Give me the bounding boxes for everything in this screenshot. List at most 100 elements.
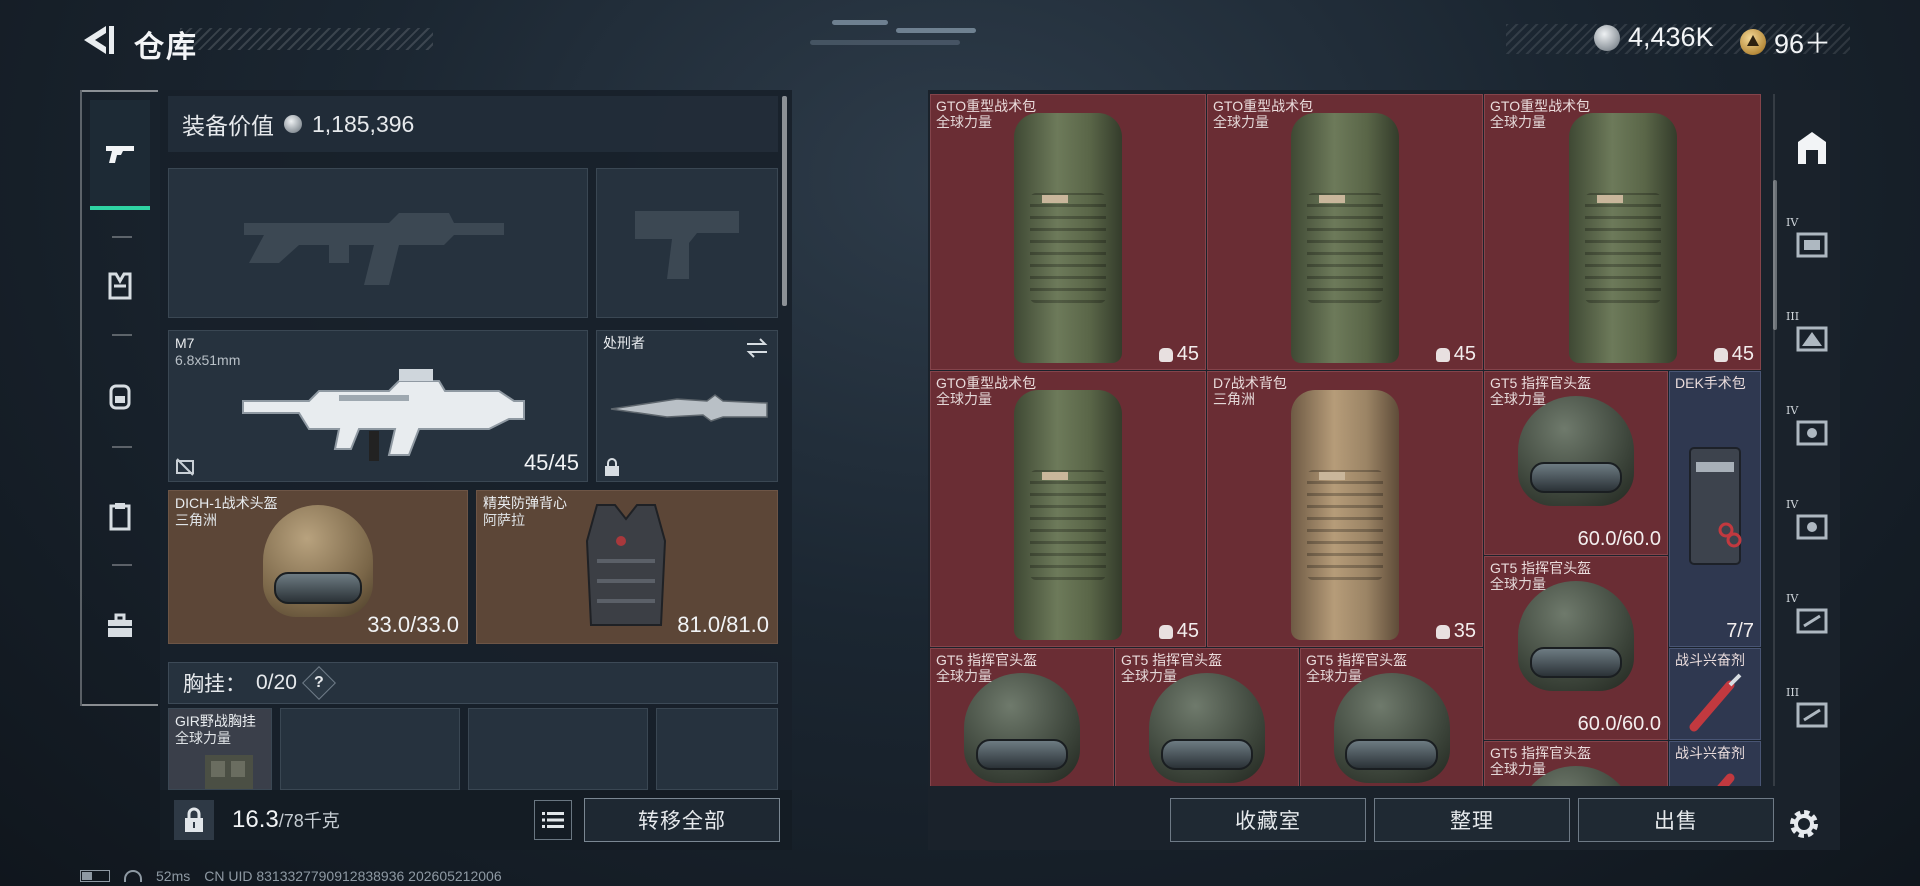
equipment-value: 装备价值 1,185,396 [168, 96, 778, 152]
transfer-all-button[interactable]: 转移全部 [584, 798, 780, 842]
gold-currency-value: 96＋ [1774, 29, 1832, 59]
item-name: GT5 指挥官头盔 [936, 652, 1038, 668]
stash-item[interactable]: GT5 指挥官头盔 全球力量 60.0/60.0 [1484, 556, 1668, 740]
page-title: 仓库 [134, 31, 198, 64]
stash-item[interactable]: GTO重型战术包 全球力量 45 [930, 371, 1206, 647]
nav-separator [112, 236, 132, 238]
item-name: GTO重型战术包 [936, 98, 1037, 114]
melee-slot[interactable]: 处刑者 [596, 330, 778, 482]
item-name: GT5 指挥官头盔 [1490, 560, 1592, 576]
nav-separator [112, 446, 132, 448]
rig-pouch-slot[interactable] [280, 708, 460, 790]
capacity-icon [1713, 347, 1728, 362]
silver-coin-icon [284, 115, 302, 133]
gold-currency[interactable]: 96＋ [1740, 22, 1831, 61]
ping-value: 52ms [156, 868, 191, 884]
chest-rig-bar[interactable]: 胸挂： 0/20 ? [168, 662, 778, 704]
stash-item[interactable]: GT5 指挥官头盔 全球力量 [1115, 648, 1299, 786]
stash-item[interactable]: GTO重型战术包 全球力量 45 [1207, 94, 1483, 370]
silver-coin-icon [1594, 24, 1620, 51]
lock-button[interactable] [174, 800, 214, 840]
item-name: GT5 指挥官头盔 [1306, 652, 1408, 668]
helmet-visor [274, 572, 362, 604]
rail-container-6[interactable]: III [1786, 686, 1834, 734]
stash-item[interactable]: DEK手术包 7/7 [1669, 371, 1761, 647]
stash-item[interactable]: D7战术背包 三角洲 35 [1207, 371, 1483, 647]
help-icon[interactable]: ? [301, 666, 336, 700]
category-nav [80, 90, 158, 706]
carry-weight-current: 16.3 [232, 806, 279, 833]
chest-rig-slot[interactable]: GIR野战胸挂 全球力量 [168, 708, 272, 790]
gold-coin-icon [1740, 28, 1766, 55]
rail-container-4[interactable]: IV [1786, 498, 1834, 546]
nav-item-rigs[interactable] [90, 486, 150, 546]
primary-weapon-slot[interactable]: M7 6.8x51mm 45/45 [168, 330, 588, 482]
list-view-button[interactable] [534, 800, 572, 840]
gt5-helmet-icon [1333, 673, 1450, 783]
rig-pouch-slot[interactable] [468, 708, 648, 790]
armor-icon [108, 272, 132, 300]
gto-backpack-icon [1014, 113, 1122, 363]
swap-icon[interactable] [745, 337, 769, 359]
stash-item[interactable]: 战斗兴奋剂 [1669, 648, 1761, 740]
stash-scrollbar[interactable] [1773, 180, 1777, 330]
gt5-helmet-icon [1518, 396, 1634, 506]
item-capacity: 45 [1158, 343, 1199, 366]
rail-container-3[interactable]: IV [1786, 404, 1834, 452]
silver-currency-value: 4,436K [1628, 22, 1714, 52]
item-name: D7战术背包 [1213, 375, 1287, 391]
armor-name: 精英防弹背心 [483, 495, 567, 511]
settings-gear-icon[interactable] [1784, 804, 1824, 844]
sell-button[interactable]: 出售 [1578, 798, 1774, 842]
stash-item[interactable]: GT5 指挥官头盔 全球力量 [1300, 648, 1483, 786]
item-capacity: 35 [1435, 620, 1476, 643]
silver-currency[interactable]: 4,436K [1594, 22, 1714, 53]
melee-name: 处刑者 [603, 335, 645, 351]
helmet-slot[interactable]: DICH-1战术头盔 三角洲 33.0/33.0 [168, 490, 468, 644]
gt5-helmet-icon [1518, 581, 1634, 691]
secondary-weapon-slot[interactable] [168, 168, 588, 318]
item-origin: 全球力量 [1490, 391, 1546, 407]
rail-stash-home[interactable] [1790, 126, 1834, 170]
stash-item[interactable]: 战斗兴奋剂 [1669, 741, 1761, 786]
rail-container-2[interactable]: III [1786, 310, 1834, 358]
item-capacity: 45 [1713, 343, 1754, 366]
nav-separator [112, 334, 132, 336]
loadout-panel: 装备价值 1,185,396 M7 6.8x51mm 45/45 处刑者 DIC… [160, 90, 792, 850]
helmet-durability: 33.0/33.0 [367, 612, 459, 637]
nav-item-weapons[interactable] [90, 100, 150, 210]
stash-item[interactable]: GT5 指挥官头盔 全球力量 [930, 648, 1114, 786]
loadout-scrollbar[interactable] [782, 96, 787, 306]
collection-room-button[interactable]: 收藏室 [1170, 798, 1366, 842]
backpack-icon [109, 384, 131, 410]
pistol-slot[interactable] [596, 168, 778, 318]
rail-container-5[interactable]: IV [1786, 592, 1834, 640]
pistol-silhouette-icon [635, 211, 739, 279]
rifle-silhouette-icon [244, 213, 504, 285]
surgery-kit-icon [1689, 447, 1742, 565]
nav-item-backpacks[interactable] [90, 366, 150, 426]
nav-item-armor[interactable] [90, 256, 150, 316]
rig-pouch-slot[interactable] [656, 708, 778, 790]
organize-button[interactable]: 整理 [1374, 798, 1570, 842]
back-button[interactable] [78, 20, 118, 60]
armor-origin: 阿萨拉 [483, 512, 525, 528]
stash-grid: GTO重型战术包 全球力量 45 GTO重型战术包 全球力量 45 GTO重型战… [930, 94, 1762, 786]
nav-item-cases[interactable] [90, 596, 150, 656]
stash-item[interactable]: GT5 指挥官头盔 全球力量 [1484, 741, 1668, 786]
item-origin: 全球力量 [1121, 668, 1177, 684]
gto-backpack-icon [1568, 113, 1677, 363]
stash-item[interactable]: GTO重型战术包 全球力量 45 [930, 94, 1206, 370]
stash-item[interactable]: GTO重型战术包 全球力量 45 [1484, 94, 1761, 370]
item-origin: 全球力量 [936, 668, 992, 684]
d7-backpack-icon [1291, 390, 1399, 640]
item-origin: 全球力量 [936, 391, 992, 407]
equipment-value-amount: 1,185,396 [312, 110, 415, 137]
capacity-icon [1158, 624, 1173, 639]
stash-item[interactable]: GT5 指挥官头盔 全球力量 60.0/60.0 [1484, 371, 1668, 555]
item-origin: 全球力量 [936, 114, 992, 130]
item-name: GT5 指挥官头盔 [1490, 745, 1592, 761]
armor-slot[interactable]: 精英防弹背心 阿萨拉 81.0/81.0 [476, 490, 778, 644]
rail-container-1[interactable]: IV [1786, 216, 1834, 264]
armor-durability: 81.0/81.0 [677, 612, 769, 637]
